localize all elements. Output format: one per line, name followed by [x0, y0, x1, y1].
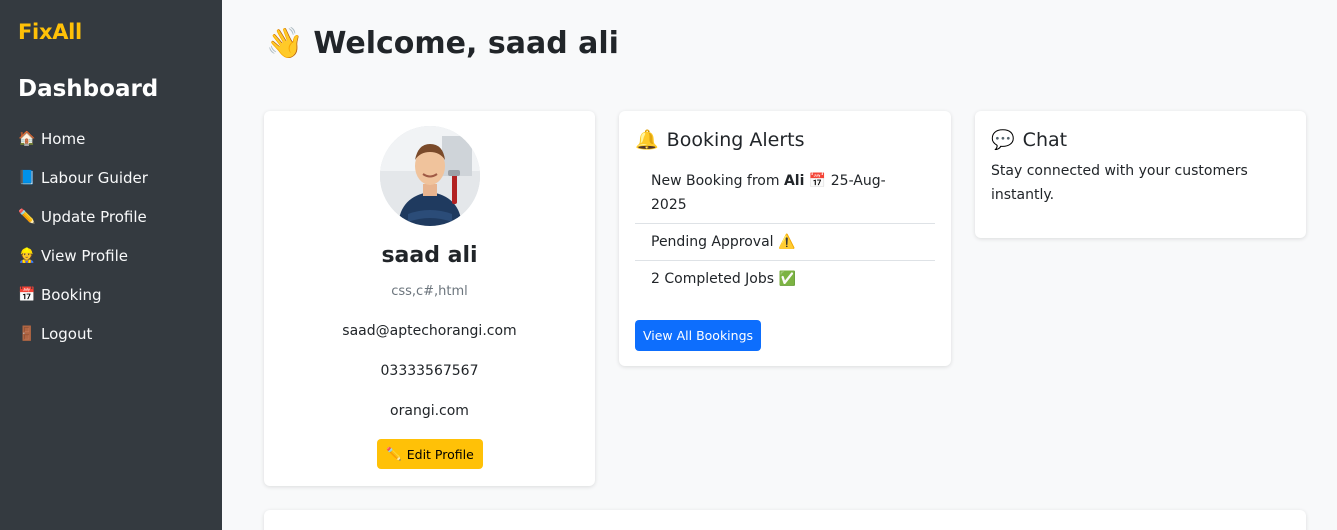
bell-icon: 🔔	[635, 129, 659, 151]
sidebar-item-home[interactable]: 🏠 Home	[18, 119, 148, 158]
booking-alerts-title: 🔔 Booking Alerts	[635, 128, 805, 152]
calendar-icon: 📅	[808, 173, 827, 189]
chat-description: Stay connected with your customers insta…	[991, 163, 1248, 203]
chat-heading: Chat	[1022, 128, 1068, 151]
sidebar-item-booking[interactable]: 📅 Booking	[18, 275, 148, 314]
book-icon: 📘	[18, 169, 36, 186]
sidebar-item-view-profile[interactable]: 👷 View Profile	[18, 236, 148, 275]
warning-icon: ⚠️	[778, 234, 796, 250]
sidebar: FixAll Dashboard 🏠 Home 📘 Labour Guider …	[0, 0, 222, 530]
sidebar-item-label: Update Profile	[41, 207, 147, 226]
sidebar-item-update-profile[interactable]: ✏️ Update Profile	[18, 197, 148, 236]
page-title: 👋 Welcome, saad ali	[266, 26, 619, 61]
welcome-text: Welcome, saad ali	[313, 26, 619, 61]
sidebar-nav: 🏠 Home 📘 Labour Guider ✏️ Update Profile…	[18, 119, 148, 353]
profile-skills: css,c#,html	[391, 284, 468, 299]
bottom-card	[264, 510, 1306, 530]
view-all-bookings-button[interactable]: View All Bookings	[635, 320, 761, 351]
profile-card: saad ali css,c#,html saad@aptechorangi.c…	[264, 111, 595, 486]
profile-email: saad@aptechorangi.com	[342, 323, 517, 339]
chat-title: 💬 Chat	[991, 128, 1068, 152]
list-item: 2 Completed Jobs ✅	[635, 261, 935, 297]
main-content: 👋 Welcome, saad ali saad ali css,c#,html…	[222, 0, 1337, 530]
sidebar-item-labour-guider[interactable]: 📘 Labour Guider	[18, 158, 148, 197]
profile-phone: 03333567567	[380, 363, 479, 379]
pencil-icon: ✏️	[386, 446, 402, 461]
sidebar-item-label: Booking	[41, 285, 102, 304]
sidebar-title: Dashboard	[18, 76, 159, 102]
list-item: New Booking from Ali 📅 25-Aug-2025	[635, 163, 935, 224]
avatar-image	[380, 126, 480, 226]
check-icon: ✅	[778, 271, 796, 287]
pencil-icon: ✏️	[18, 208, 36, 225]
sidebar-item-label: Labour Guider	[41, 168, 148, 187]
worker-icon: 👷	[18, 247, 36, 264]
sidebar-item-label: Home	[41, 129, 86, 148]
waving-hand-icon: 👋	[266, 26, 304, 61]
edit-profile-label: Edit Profile	[406, 446, 474, 462]
booking-alerts-heading: Booking Alerts	[666, 128, 805, 151]
profile-website: orangi.com	[390, 403, 469, 419]
avatar	[380, 126, 480, 226]
list-item: Pending Approval ⚠️	[635, 224, 935, 261]
home-icon: 🏠	[18, 130, 36, 147]
chat-card[interactable]: 💬 Chat Stay connected with your customer…	[975, 111, 1306, 238]
sidebar-item-label: Logout	[41, 324, 93, 343]
edit-profile-button[interactable]: ✏️ Edit Profile	[377, 439, 483, 469]
booking-alerts-card: 🔔 Booking Alerts New Booking from Ali 📅 …	[619, 111, 951, 366]
calendar-icon: 📅	[18, 286, 36, 303]
new-booking-name: Ali	[783, 173, 805, 189]
completed-jobs-text: 2 Completed Jobs	[651, 271, 775, 287]
door-icon: 🚪	[18, 325, 36, 342]
alert-list: New Booking from Ali 📅 25-Aug-2025 Pendi…	[635, 163, 935, 297]
pending-approval-text: Pending Approval	[651, 234, 774, 250]
chat-bubble-icon: 💬	[991, 129, 1015, 151]
sidebar-item-logout[interactable]: 🚪 Logout	[18, 314, 148, 353]
brand-logo[interactable]: FixAll	[18, 20, 82, 44]
profile-name: saad ali	[381, 243, 478, 268]
new-booking-prefix: New Booking from	[651, 173, 780, 189]
sidebar-item-label: View Profile	[41, 246, 129, 265]
